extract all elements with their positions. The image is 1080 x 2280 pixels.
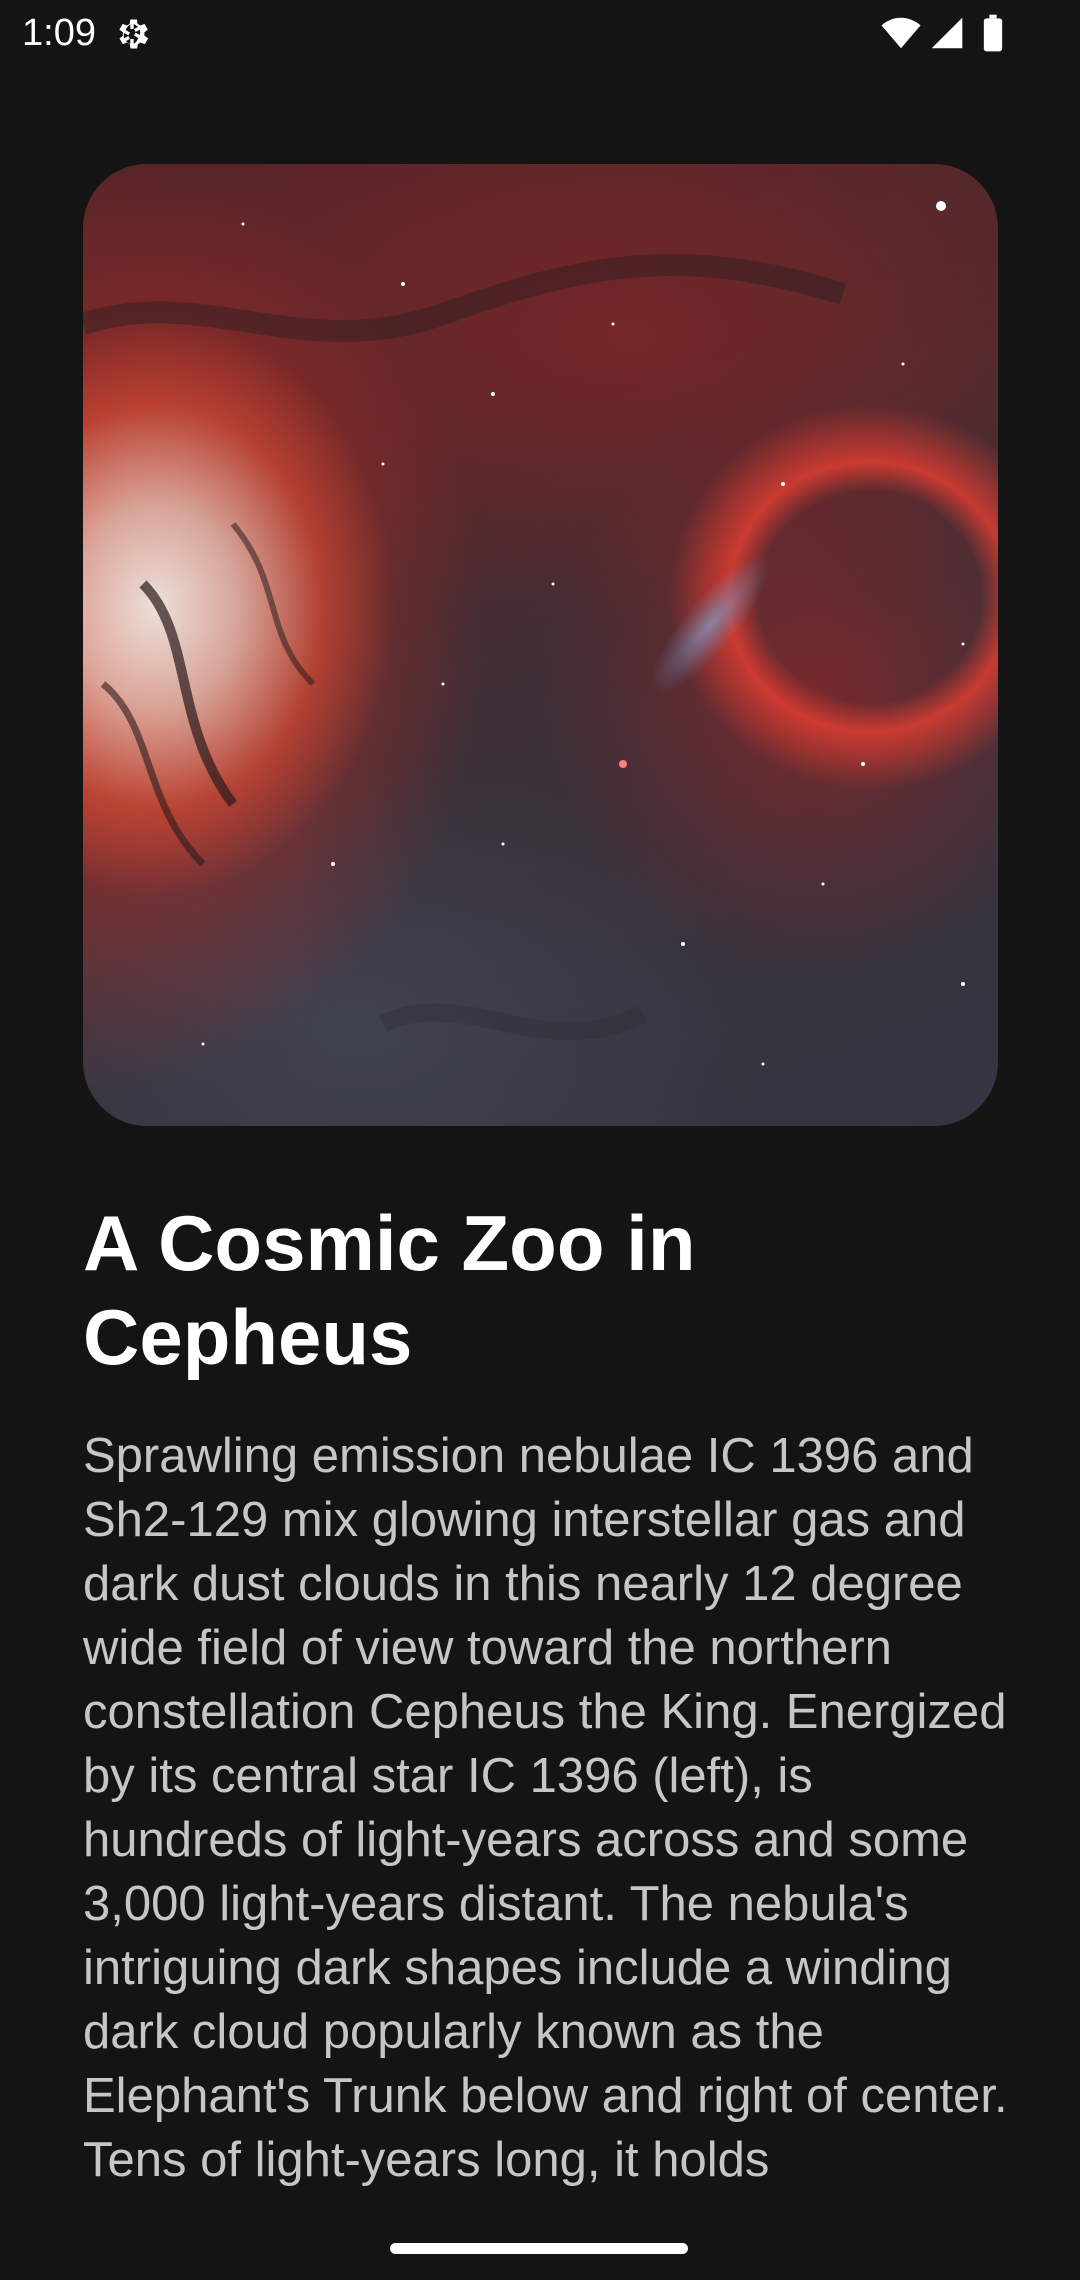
home-indicator[interactable] [390,2243,688,2254]
status-time: 1:09 [22,12,96,54]
article-body: Sprawling emission nebulae IC 1396 and S… [83,1429,1008,2187]
article-title: A Cosmic Zoo in Cepheus [83,1199,696,1381]
nebula-photo [83,201,965,1066]
wifi-icon [881,17,921,49]
signal-icon [931,17,963,49]
hero-image [83,164,998,1126]
battery-icon [983,14,1003,52]
status-bar: 1:09 [0,0,1080,66]
settings-icon [119,19,149,49]
